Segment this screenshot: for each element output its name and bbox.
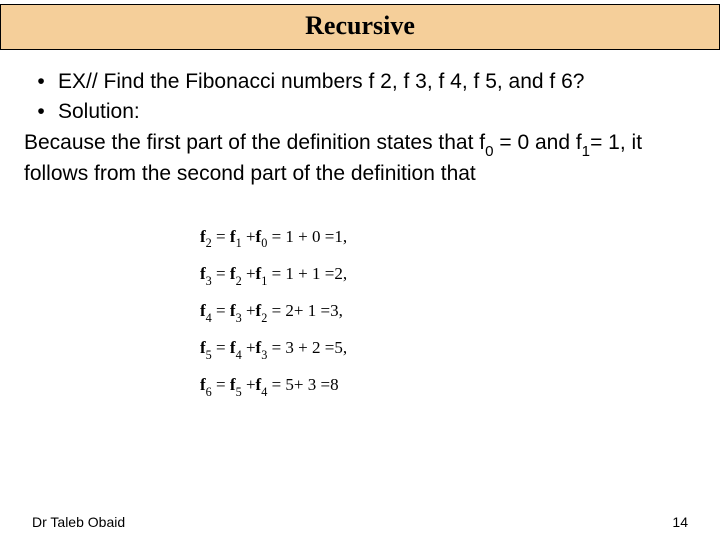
equation-row: f4 = f3 +f2 = 2+ 1 =3, (200, 293, 520, 330)
solution-paragraph: Because the first part of the definition… (24, 129, 696, 189)
eq-sym: f (200, 375, 206, 394)
eq-sub: 5 (236, 385, 242, 399)
bullet-item: • EX// Find the Fibonacci numbers f 2, f… (24, 68, 696, 96)
para-part: = 0 and f (494, 131, 582, 154)
equation-block: f2 = f1 +f0 = 1 + 0 =1, f3 = f2 +f1 = 1 … (200, 219, 520, 404)
eq-sym: f (230, 264, 236, 283)
eq-sub: 2 (206, 236, 212, 250)
footer: Dr Taleb Obaid 14 (0, 514, 720, 530)
eq-sym: f (230, 301, 236, 320)
eq-sub: 4 (261, 385, 267, 399)
equation-row: f5 = f4 +f3 = 3 + 2 =5, (200, 330, 520, 367)
para-part: Because the first part of the definition… (24, 131, 485, 154)
eq-sym: f (230, 375, 236, 394)
equation-row: f2 = f1 +f0 = 1 + 0 =1, (200, 219, 520, 256)
bullet-dot: • (24, 98, 58, 126)
eq-sub: 2 (261, 311, 267, 325)
eq-sub: 6 (206, 385, 212, 399)
eq-sub: 1 (261, 274, 267, 288)
eq-rhs: = 2+ 1 =3, (272, 301, 343, 320)
bullet-item: • Solution: (24, 98, 696, 126)
eq-rhs: = 1 + 1 =2, (272, 264, 348, 283)
eq-sub: 4 (206, 311, 212, 325)
eq-sym: f (200, 338, 206, 357)
eq-sub: 0 (261, 236, 267, 250)
eq-rhs: = 5+ 3 =8 (272, 375, 339, 394)
eq-sym: f (230, 338, 236, 357)
eq-sub: 3 (261, 348, 267, 362)
eq-sub: 1 (236, 236, 242, 250)
content-area: • EX// Find the Fibonacci numbers f 2, f… (0, 50, 720, 404)
eq-sym: f (200, 227, 206, 246)
footer-author: Dr Taleb Obaid (32, 514, 125, 530)
eq-sym: f (200, 301, 206, 320)
eq-sym: f (230, 227, 236, 246)
eq-sub: 3 (206, 274, 212, 288)
eq-sub: 3 (236, 311, 242, 325)
eq-sub: 2 (236, 274, 242, 288)
footer-page-number: 14 (672, 514, 688, 530)
subscript: 0 (485, 143, 493, 160)
bullet-text: EX// Find the Fibonacci numbers f 2, f 3… (58, 68, 696, 96)
eq-rhs: = 1 + 0 =1, (272, 227, 348, 246)
equation-row: f3 = f2 +f1 = 1 + 1 =2, (200, 256, 520, 293)
bullet-dot: • (24, 68, 58, 96)
eq-sub: 5 (206, 348, 212, 362)
eq-sym: f (200, 264, 206, 283)
slide-title: Recursive (1, 11, 719, 41)
eq-sub: 4 (236, 348, 242, 362)
title-bar: Recursive (0, 4, 720, 50)
subscript: 1 (582, 143, 590, 160)
bullet-text: Solution: (58, 98, 696, 126)
equation-row: f6 = f5 +f4 = 5+ 3 =8 (200, 367, 520, 404)
eq-rhs: = 3 + 2 =5, (272, 338, 348, 357)
